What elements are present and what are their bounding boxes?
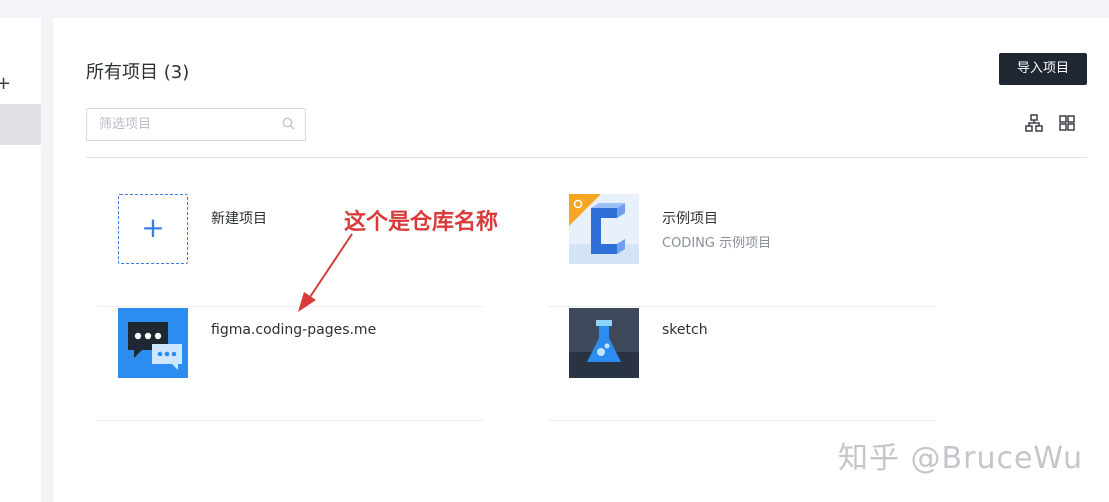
row-divider	[549, 420, 935, 421]
filter-input[interactable]	[97, 109, 271, 140]
watermark: 知乎 @BruceWu	[838, 441, 1084, 476]
import-project-button[interactable]: 导入项目	[999, 53, 1087, 85]
annotation-label: 这个是仓库名称	[344, 210, 499, 235]
tree-view-icon[interactable]	[1025, 114, 1043, 132]
project-name[interactable]: figma.coding-pages.me	[211, 322, 376, 338]
filter-box[interactable]	[86, 108, 306, 141]
grid-view-icon[interactable]	[1058, 114, 1076, 132]
project-name[interactable]: 新建项目	[211, 208, 267, 228]
project-name[interactable]: sketch	[662, 322, 708, 338]
sidebar-active-item[interactable]	[0, 104, 41, 145]
plus-icon[interactable]: +	[118, 194, 188, 264]
chat-icon[interactable]	[118, 308, 188, 378]
project-name[interactable]: 示例项目	[662, 208, 718, 228]
row-divider	[549, 306, 935, 307]
sidebar: +	[0, 18, 41, 502]
project-description: CODING 示例项目	[662, 236, 772, 251]
flask-icon[interactable]	[569, 308, 639, 378]
main-panel: 所有项目 (3) 导入项目 +	[53, 18, 1109, 502]
project-card-example[interactable]: 示例项目 CODING 示例项目	[549, 194, 955, 307]
project-card-sketch[interactable]: sketch	[549, 308, 955, 421]
project-card-figma[interactable]: figma.coding-pages.me	[98, 308, 504, 421]
divider	[86, 157, 1087, 158]
coding-logo-icon[interactable]	[569, 194, 639, 264]
annotation-arrow	[298, 233, 353, 312]
page-title: 所有项目 (3)	[86, 62, 190, 83]
view-switcher	[1025, 114, 1086, 133]
row-divider	[98, 420, 484, 421]
search-icon	[282, 117, 295, 130]
add-icon[interactable]: +	[0, 74, 11, 94]
